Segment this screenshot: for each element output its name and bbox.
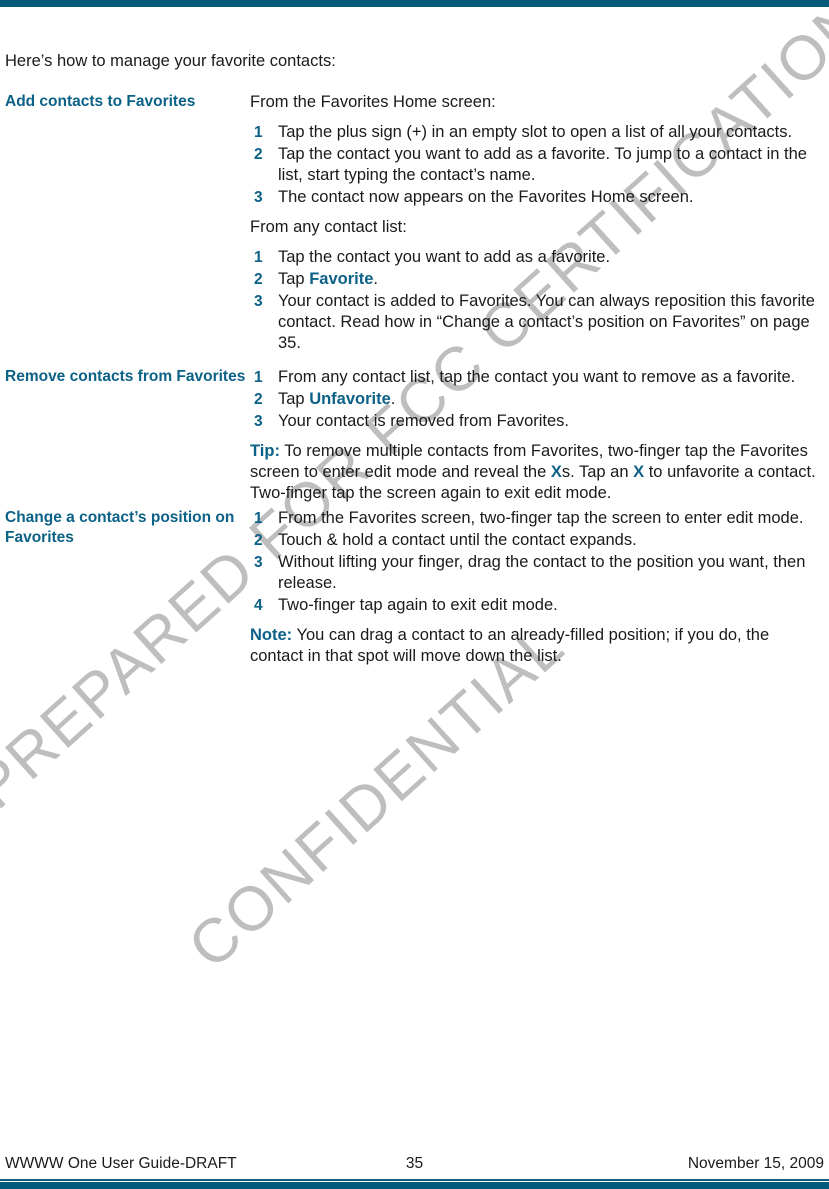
step-text: Your contact is removed from Favorites. bbox=[278, 412, 570, 430]
step-number: 3 bbox=[254, 189, 263, 206]
step-text: The contact now appears on the Favorites… bbox=[278, 188, 694, 206]
step-text: Tap the contact you want to add as a fav… bbox=[278, 145, 807, 184]
footer-date: November 15, 2009 bbox=[687, 1155, 824, 1172]
step-text: Touch & hold a contact until the contact… bbox=[278, 531, 637, 549]
list-item: 3 Your contact is added to Favorites. You… bbox=[250, 291, 819, 354]
step-number: 2 bbox=[254, 146, 263, 163]
note-label: Note: bbox=[250, 626, 293, 644]
ui-term-unfavorite: Unfavorite bbox=[309, 390, 391, 408]
step-number: 3 bbox=[254, 413, 263, 430]
step-number: 2 bbox=[254, 532, 263, 549]
page-top-rule bbox=[0, 0, 829, 7]
list-item: 3 Without lifting your finger, drag the c… bbox=[250, 552, 819, 594]
section-body-add-contacts: From the Favorites Home screen: 1 Tap the… bbox=[250, 92, 829, 363]
lead-any-contact-list: From any contact list: bbox=[250, 218, 407, 236]
lead-favorites-home: From the Favorites Home screen: bbox=[250, 93, 496, 111]
list-item: 2 Tap the contact you want to add as a fa… bbox=[250, 144, 819, 186]
ui-term-x-1: X bbox=[550, 463, 562, 481]
step-number: 4 bbox=[254, 597, 263, 614]
note-text: You can drag a contact to an already-fil… bbox=[250, 626, 770, 665]
step-number: 2 bbox=[254, 271, 263, 288]
note-paragraph: Note: You can drag a contact to an alrea… bbox=[250, 625, 819, 667]
step-number: 1 bbox=[254, 510, 263, 527]
tip-label: Tip: bbox=[250, 442, 280, 460]
step-text: Your contact is added to Favorites. You … bbox=[278, 292, 815, 352]
ui-term-favorite: Favorite bbox=[309, 270, 374, 288]
ui-term-x-2: X bbox=[633, 463, 645, 481]
tip-text-part-2: s. Tap an bbox=[561, 463, 634, 481]
step-text-pre: Tap bbox=[278, 390, 310, 408]
list-item: 1 Tap the contact you want to add as a fa… bbox=[250, 247, 819, 268]
step-text: Tap the plus sign (+) in an empty slot t… bbox=[278, 123, 793, 141]
step-text: From the Favorites screen, two-finger ta… bbox=[278, 509, 804, 527]
steps-favorites-home: 1 Tap the plus sign (+) in an empty slot … bbox=[250, 122, 819, 208]
page-bottom-rule bbox=[0, 1182, 829, 1189]
steps-remove-contacts: 1 From any contact list, tap the contact … bbox=[250, 367, 819, 432]
list-item: 2 Tap Unfavorite. bbox=[250, 389, 819, 410]
step-number: 1 bbox=[254, 369, 263, 386]
step-text: Tap the contact you want to add as a fav… bbox=[278, 248, 611, 266]
step-number: 1 bbox=[254, 124, 263, 141]
page-footer: WWWW One User Guide-DRAFT 35 November 15… bbox=[0, 1155, 829, 1179]
step-text: Two-finger tap again to exit edit mode. bbox=[278, 596, 558, 614]
section-change-position: Change a contact’s position on Favorites… bbox=[0, 508, 829, 667]
list-item: 1 Tap the plus sign (+) in an empty slot … bbox=[250, 122, 819, 143]
step-text-post: . bbox=[373, 270, 378, 288]
section-heading-change-position: Change a contact’s position on Favorites bbox=[5, 509, 235, 546]
list-item: 3 The contact now appears on the Favorite… bbox=[250, 187, 819, 208]
list-item: 3 Your contact is removed from Favorites. bbox=[250, 411, 819, 432]
step-text: Without lifting your finger, drag the co… bbox=[278, 553, 806, 592]
step-text: From any contact list, tap the contact y… bbox=[278, 368, 796, 386]
step-number: 2 bbox=[254, 391, 263, 408]
section-body-change-position: 1 From the Favorites screen, two-finger t… bbox=[250, 508, 829, 667]
document-page: PREPARED FOR FCC CERTIFICATION CONFIDENT… bbox=[0, 0, 829, 1189]
section-add-contacts: Add contacts to Favorites From the Favor… bbox=[0, 92, 829, 363]
step-text-pre: Tap bbox=[278, 270, 310, 288]
section-remove-contacts: Remove contacts from Favorites 1 From any… bbox=[0, 367, 829, 504]
step-text-post: . bbox=[390, 390, 396, 408]
intro-paragraph: Here’s how to manage your favorite conta… bbox=[5, 52, 336, 70]
tip-paragraph: Tip: To remove multiple contacts from Fa… bbox=[250, 441, 819, 504]
steps-change-position: 1 From the Favorites screen, two-finger t… bbox=[250, 508, 819, 616]
list-item: 2 Touch & hold a contact until the contac… bbox=[250, 530, 819, 551]
step-number: 1 bbox=[254, 249, 263, 266]
footer-divider-rule bbox=[0, 1179, 829, 1181]
list-item: 4 Two-finger tap again to exit edit mode. bbox=[250, 595, 819, 616]
list-item: 2 Tap Favorite. bbox=[250, 269, 819, 290]
steps-any-contact-list: 1 Tap the contact you want to add as a fa… bbox=[250, 247, 819, 354]
section-list: Add contacts to Favorites From the Favor… bbox=[0, 92, 829, 671]
step-number: 3 bbox=[254, 554, 263, 571]
list-item: 1 From the Favorites screen, two-finger t… bbox=[250, 508, 819, 529]
section-heading-add-contacts: Add contacts to Favorites bbox=[5, 93, 196, 110]
section-heading-remove-contacts: Remove contacts from Favorites bbox=[5, 368, 246, 385]
step-number: 3 bbox=[254, 293, 263, 310]
section-body-remove-contacts: 1 From any contact list, tap the contact … bbox=[250, 367, 829, 504]
list-item: 1 From any contact list, tap the contact … bbox=[250, 367, 819, 388]
